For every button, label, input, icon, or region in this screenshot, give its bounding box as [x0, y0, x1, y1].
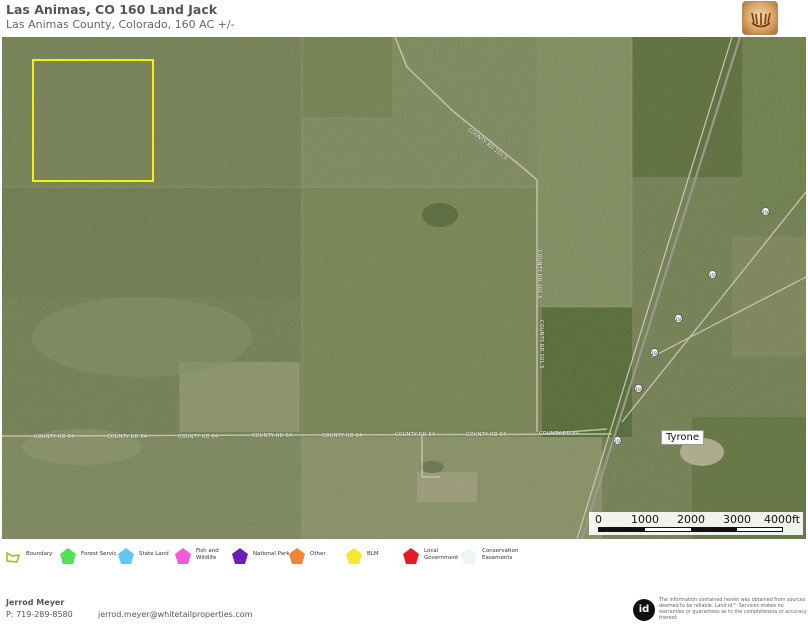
- road-label-cr101: COUNTY RD 101.5: [538, 320, 544, 369]
- legend-label: Other: [310, 551, 326, 557]
- road-label-cr64: COUNTY RD 64: [34, 434, 75, 440]
- satellite-imagery: [2, 37, 806, 539]
- legend-label: National Park: [253, 551, 290, 557]
- scale-segment: [691, 528, 737, 531]
- road-label-cr64: COUNTY RD 64: [252, 433, 293, 439]
- legend-label: Forest Servic: [81, 551, 117, 557]
- legend-label: BLM: [367, 551, 379, 557]
- legend-label: Fish and Wildlife: [196, 548, 219, 561]
- legend-label: Conservation Easements: [482, 548, 519, 561]
- scale-label: 1000: [631, 513, 659, 526]
- land-id-logo-icon: id: [633, 599, 655, 621]
- scale-track: [598, 527, 783, 532]
- page-title: Las Animas, CO 160 Land Jack: [6, 2, 218, 17]
- road-label-cr101: COUNTY RD 101.5: [536, 250, 542, 299]
- road-label-cr64: COUNTY RD 64: [539, 431, 580, 437]
- pentagon-icon: [60, 548, 76, 564]
- legend-label: Boundary: [26, 551, 53, 557]
- scale-label: 0: [595, 513, 602, 526]
- pentagon-icon: [346, 548, 362, 564]
- highway-shield: 350: [674, 314, 683, 323]
- disclaimer-text: The information contained herein was obt…: [659, 598, 807, 621]
- page-footer: Jerrod Meyer P: 719-289-8580 jerrod.meye…: [0, 590, 808, 625]
- pentagon-icon: [461, 548, 477, 564]
- highway-shield: 350: [708, 270, 717, 279]
- scale-bar: 0 1000 2000 3000 4000ft: [589, 512, 803, 535]
- pentagon-icon: [232, 548, 248, 564]
- pentagon-icon: [118, 548, 134, 564]
- boundary-icon: [6, 551, 21, 563]
- legend-label: State Land: [139, 551, 169, 557]
- map-header: Las Animas, CO 160 Land Jack Las Animas …: [0, 0, 808, 36]
- scale-label: 4000ft: [764, 513, 800, 526]
- highway-shield: 350: [761, 207, 770, 216]
- pentagon-icon: [175, 548, 191, 564]
- agent-phone: P: 719-289-8580: [6, 610, 73, 619]
- map-legend: Boundary Forest Servic State Land Fish a…: [0, 540, 808, 580]
- road-label-cr64: COUNTY RD 64: [395, 432, 436, 438]
- scale-label: 2000: [677, 513, 705, 526]
- highway-shield: 350: [650, 348, 659, 357]
- pentagon-icon: [289, 548, 305, 564]
- page-subtitle: Las Animas County, Colorado, 160 AC +/-: [6, 18, 235, 31]
- highway-shield: 350: [613, 436, 622, 445]
- pentagon-icon: [403, 548, 419, 564]
- road-label-cr64: COUNTY RD 64: [178, 434, 219, 440]
- agent-email[interactable]: jerrod.meyer@whitetailproperties.com: [98, 610, 252, 619]
- road-label-cr64: COUNTY RD 64: [322, 433, 363, 439]
- road-label-cr64: COUNTY RD 64: [466, 432, 507, 438]
- antler-logo-icon: [742, 1, 778, 35]
- highway-shield: 350: [634, 384, 643, 393]
- road-label-cr64: COUNTY RD 64: [107, 434, 148, 440]
- scale-segment: [599, 528, 645, 531]
- place-label-tyrone: Tyrone: [661, 430, 704, 445]
- scale-label: 3000: [723, 513, 751, 526]
- scale-labels: 0 1000 2000 3000 4000ft: [589, 513, 803, 526]
- legend-label: Local Government: [424, 548, 459, 561]
- agent-name: Jerrod Meyer: [6, 598, 65, 607]
- aerial-map[interactable]: COUNTY RD 64 COUNTY RD 64 COUNTY RD 64 C…: [2, 37, 806, 539]
